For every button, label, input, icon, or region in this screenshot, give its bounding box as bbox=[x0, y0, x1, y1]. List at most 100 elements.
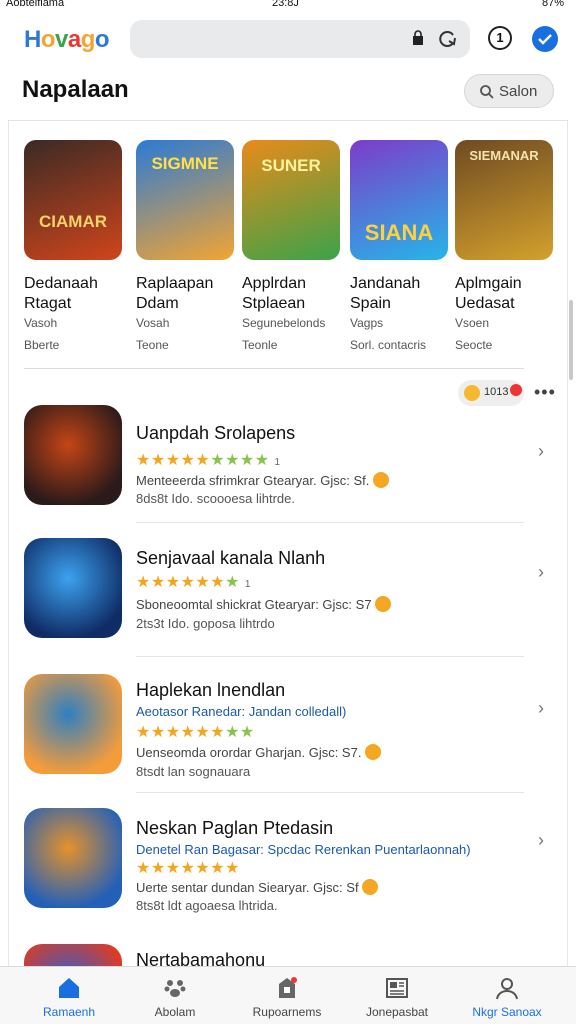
featured-name: Jandanah Spain bbox=[350, 275, 421, 312]
page-title: Napalaan bbox=[22, 76, 129, 103]
featured-subtitle: Vasoh bbox=[24, 316, 58, 330]
featured-subtitle: Segunebelonds bbox=[242, 316, 326, 330]
app-meta: Uerte sentar dundan Siearyar. Gjsc: Sf bbox=[136, 879, 379, 895]
app-meta-text: Uerte sentar dundan Siearyar. Gjsc: Sf bbox=[136, 880, 359, 895]
featured-art: SIGMNE bbox=[136, 140, 234, 260]
row-divider bbox=[136, 792, 524, 793]
featured-card[interactable]: SIEMANAR Aplmgain Uedasat Vsoen Seocte bbox=[455, 140, 555, 352]
chevron-right-icon[interactable]: › bbox=[538, 562, 544, 583]
featured-name: Aplmgain Uedasat bbox=[455, 275, 522, 312]
featured-card[interactable]: SIGMNE Raplaapan Ddam Vosah Teone bbox=[136, 140, 236, 352]
app-promo[interactable]: Aeotasor Ranedar: Jandan colledall) bbox=[136, 704, 346, 719]
list-item[interactable]: Uanpdah Srolapens ★★★★★★★★★ 1 Menteeerda… bbox=[0, 405, 576, 535]
app-meta-text: Sboneoomtal shickrat Gtearyar: Gjsc: S7 bbox=[136, 597, 372, 612]
salon-search-button[interactable]: Salon bbox=[464, 74, 554, 108]
app-title: Nertabamahonu bbox=[136, 950, 266, 966]
more-options-icon[interactable]: ••• bbox=[534, 382, 556, 403]
status-bar: Aobtelfiama 23:8J 87% bbox=[0, 0, 576, 14]
paw-icon bbox=[164, 980, 186, 997]
featured-art-title: SIEMANAR bbox=[469, 148, 539, 163]
top-bar: Hovago 1 bbox=[0, 18, 576, 62]
coin-icon bbox=[365, 744, 382, 760]
bottom-navigation: Ramaenh Abolam Rupoarnems Jonepasbat Nkg… bbox=[0, 966, 576, 1024]
app-meta: Sboneoomtal shickrat Gtearyar: Gjsc: S7 bbox=[136, 596, 392, 612]
featured-art: SUNER bbox=[242, 140, 340, 260]
app-meta-text: Uenseomda orordar Gharjan. Gjsc: S7. bbox=[136, 745, 362, 760]
search-icon bbox=[480, 85, 494, 99]
featured-caption: Seocte bbox=[455, 338, 493, 352]
app-downloads: 8ts8t ldt agoaesa lhtrida. bbox=[136, 898, 278, 913]
app-icon bbox=[24, 808, 122, 908]
chevron-right-icon[interactable]: › bbox=[538, 830, 544, 851]
nav-item-abolam[interactable]: Abolam bbox=[120, 967, 230, 1024]
section-divider bbox=[24, 368, 524, 369]
nav-label: Abolam bbox=[154, 1005, 196, 1019]
featured-name: Applrdan Stplaean bbox=[242, 275, 307, 312]
rating-count: 1 bbox=[244, 579, 251, 590]
divider bbox=[8, 120, 568, 121]
featured-card[interactable]: SIANA Jandanah Spain Vagps Sorl. contacr… bbox=[350, 140, 450, 352]
list-item[interactable]: Nertabamahonu bbox=[0, 944, 576, 966]
app-icon bbox=[24, 405, 122, 505]
nav-label: Nkgr Sanoax bbox=[472, 1005, 542, 1019]
app-icon bbox=[24, 944, 122, 966]
nav-item-rupoarnems[interactable]: Rupoarnems bbox=[232, 967, 342, 1024]
app-promo[interactable]: Denetel Ran Bagasar: Spcdac Rerenkan Pue… bbox=[136, 842, 471, 857]
app-logo[interactable]: Hovago bbox=[24, 26, 110, 54]
featured-card[interactable]: SUNER Applrdan Stplaean Segunebelonds Te… bbox=[242, 140, 342, 352]
check-icon bbox=[538, 34, 552, 45]
nav-item-profile[interactable]: Nkgr Sanoax bbox=[452, 967, 562, 1024]
chevron-right-icon[interactable]: › bbox=[538, 698, 544, 719]
nav-item-home[interactable]: Ramaenh bbox=[14, 967, 124, 1024]
notifications-button[interactable]: 1 bbox=[488, 26, 512, 50]
nav-label: Jonepasbat bbox=[365, 1005, 429, 1019]
list-item[interactable]: Haplekan lnendlan Aeotasor Ranedar: Jand… bbox=[0, 674, 576, 804]
featured-name: Raplaapan Ddam bbox=[136, 275, 214, 312]
salon-button-label: Salon bbox=[499, 83, 538, 100]
featured-subtitle: Vosah bbox=[136, 316, 170, 330]
featured-art: CIAMAR bbox=[24, 140, 122, 260]
search-bar[interactable] bbox=[130, 20, 470, 58]
featured-caption: Bberte bbox=[24, 338, 60, 352]
featured-name: Dedanaah Rtagat bbox=[24, 275, 98, 312]
rating-stars: ★★★★★★★ bbox=[136, 860, 240, 877]
coin-icon bbox=[362, 879, 379, 895]
sun-icon bbox=[464, 385, 480, 401]
refresh-icon[interactable] bbox=[436, 28, 458, 50]
rating-stars: ★★★★★★★ 1 bbox=[136, 574, 251, 591]
list-item[interactable]: Senjavaal kanala Nlanh ★★★★★★★ 1 Sboneoo… bbox=[0, 538, 576, 668]
app-icon bbox=[24, 538, 122, 638]
app-title: Neskan Paglan Ptedasin bbox=[136, 818, 334, 838]
home-icon bbox=[59, 978, 79, 998]
rewards-chip[interactable]: 1013 bbox=[458, 380, 524, 406]
scrollbar-thumb[interactable] bbox=[569, 300, 573, 380]
featured-art: SIANA bbox=[350, 140, 448, 260]
app-meta: Uenseomda orordar Gharjan. Gjsc: S7. bbox=[136, 744, 382, 760]
app-title: Uanpdah Srolapens bbox=[136, 423, 296, 443]
featured-card[interactable]: CIAMAR Dedanaah Rtagat Vasoh Bberte bbox=[24, 140, 124, 352]
app-title: Haplekan lnendlan bbox=[136, 680, 286, 700]
nav-item-jonepasbat[interactable]: Jonepasbat bbox=[342, 967, 452, 1024]
list-item[interactable]: Neskan Paglan Ptedasin Denetel Ran Bagas… bbox=[0, 808, 576, 938]
person-icon bbox=[496, 978, 518, 1000]
app-downloads: 2ts3t Ido. goposa lihtrdo bbox=[136, 616, 275, 631]
rating-stars: ★★★★★★★★ bbox=[136, 724, 255, 741]
row-divider bbox=[136, 522, 524, 523]
featured-art-title: SIGMNE bbox=[151, 154, 219, 173]
featured-subtitle: Vagps bbox=[350, 316, 384, 330]
nav-label: Rupoarnems bbox=[252, 1005, 322, 1019]
nav-label: Ramaenh bbox=[42, 1005, 96, 1019]
row-divider bbox=[136, 656, 524, 657]
badge-icon bbox=[279, 977, 297, 998]
app-icon bbox=[24, 674, 122, 774]
chevron-right-icon[interactable]: › bbox=[538, 441, 544, 462]
carrier-label: Aobtelfiama bbox=[6, 0, 65, 9]
featured-art-title: CIAMAR bbox=[39, 212, 107, 231]
bag-icon[interactable] bbox=[410, 30, 426, 46]
featured-caption: Teone bbox=[136, 338, 169, 352]
battery-label: 87% bbox=[541, 0, 564, 9]
coin-icon bbox=[375, 596, 392, 612]
profile-badge[interactable] bbox=[532, 26, 558, 52]
featured-subtitle: Vsoen bbox=[455, 316, 490, 330]
featured-caption: Sorl. contacris bbox=[350, 338, 427, 352]
